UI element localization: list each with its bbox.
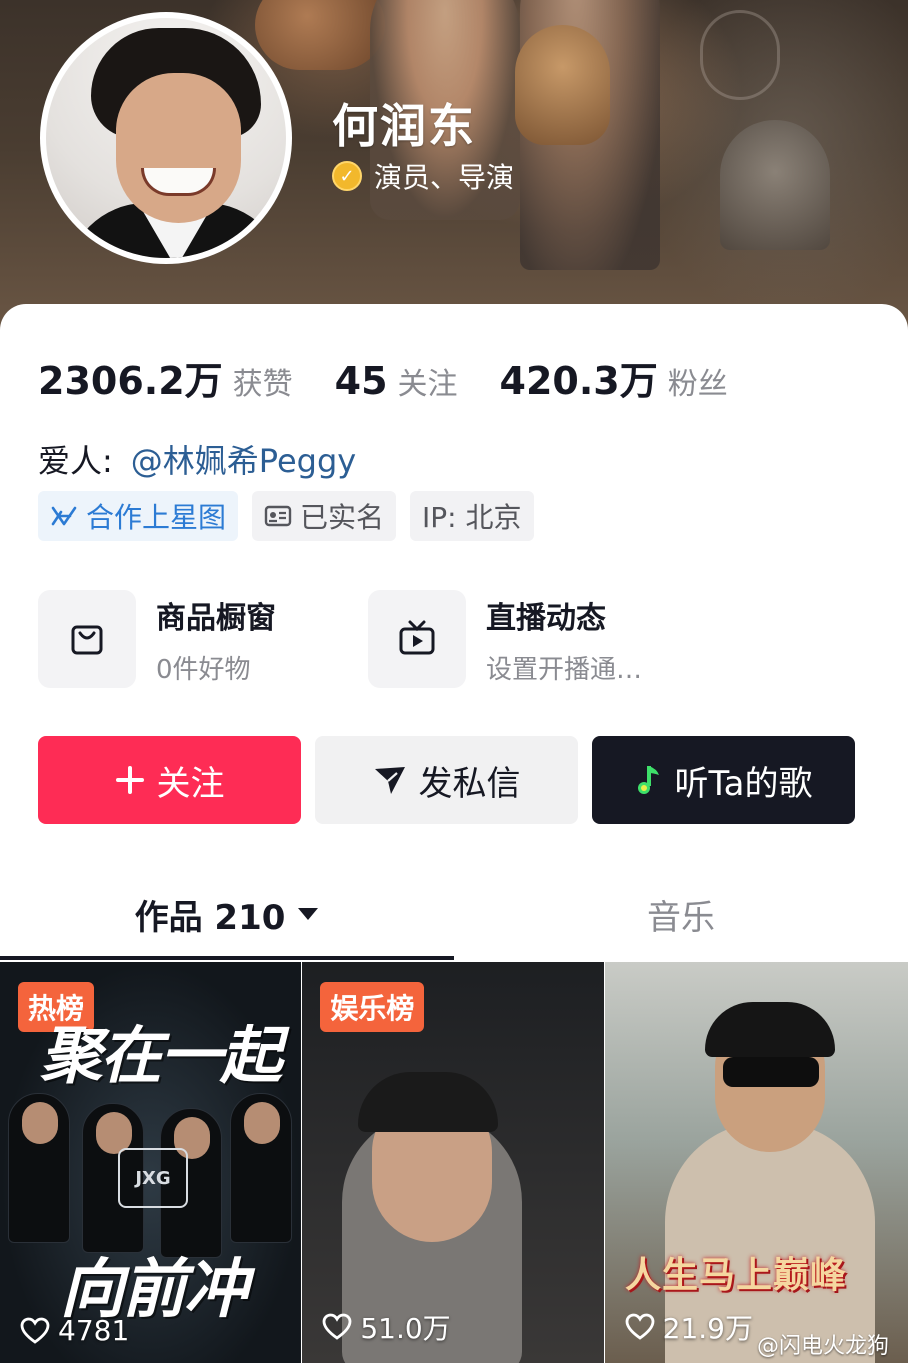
stat-label: 获赞 xyxy=(232,367,293,402)
tag-row: 合作上星图 已实名 IP: 北京 xyxy=(38,491,548,541)
stat-following[interactable]: 45 关注 xyxy=(335,359,458,403)
stat-value: 420.3万 xyxy=(499,359,658,403)
plus-icon xyxy=(115,765,145,795)
spouse-label: 爱人: xyxy=(38,442,113,480)
stat-label: 粉丝 xyxy=(667,367,728,402)
spouse-link[interactable]: @林姵希Peggy xyxy=(131,436,356,482)
thumbnail-figure xyxy=(8,1093,70,1243)
send-message-button[interactable]: 发私信 xyxy=(315,736,578,824)
id-card-icon xyxy=(264,505,292,527)
follow-button[interactable]: 关注 xyxy=(38,736,301,824)
verification-text: 演员、导演 xyxy=(374,161,515,194)
like-count: 51.0万 xyxy=(322,1307,451,1347)
avatar-image xyxy=(46,18,286,258)
feature-subtitle: 设置开播通… xyxy=(486,654,643,685)
like-count: 21.9万 xyxy=(625,1307,753,1347)
tab-music-label: 音乐 xyxy=(647,897,715,938)
thumbnail-caption: 人生马上巅峰 xyxy=(625,1254,848,1296)
thumbnail-caption: 聚在一起 xyxy=(40,1019,282,1092)
stat-likes[interactable]: 2306.2万 获赞 xyxy=(38,350,293,405)
stat-label: 关注 xyxy=(397,367,458,402)
watermark: @闪电火龙狗 xyxy=(757,1334,890,1359)
music-note-icon xyxy=(635,763,663,797)
follow-label: 关注 xyxy=(156,763,225,804)
feature-title: 直播动态 xyxy=(486,600,606,636)
team-logo: JXG xyxy=(118,1148,188,1208)
heart-icon xyxy=(20,1317,50,1345)
thumbnail-caption: 向前冲 xyxy=(60,1252,248,1327)
tag-star-map[interactable]: 合作上星图 xyxy=(38,491,239,541)
video-thumbnail[interactable]: 娱乐榜 51.0万 xyxy=(302,962,604,1363)
send-message-label: 发私信 xyxy=(418,763,521,804)
video-thumbnail[interactable]: 21.9万 xyxy=(604,962,908,1363)
like-count-value: 51.0万 xyxy=(360,1312,451,1345)
feature-shop-window[interactable]: 商品橱窗 0件好物 xyxy=(38,590,368,688)
profile-name: 何润东 xyxy=(332,99,476,153)
verified-badge-icon: ✓ xyxy=(332,161,362,191)
star-map-icon xyxy=(50,504,78,528)
tag-label: 已实名 xyxy=(300,501,385,534)
stat-value: 45 xyxy=(334,359,388,403)
tab-works[interactable]: 作品 210 xyxy=(0,868,454,960)
stats-row: 2306.2万 获赞 45 关注 420.3万 粉丝 xyxy=(38,350,770,405)
tag-ip-location: IP: 北京 xyxy=(410,491,534,541)
profile-header-cover: 何润东 ✓ 演员、导演 xyxy=(0,0,908,330)
feature-row: 商品橱窗 0件好物 直播动态 设置开播通… xyxy=(38,590,698,688)
spouse-row: 爱人: @林姵希Peggy xyxy=(38,436,356,482)
thumbnail-figure xyxy=(230,1093,292,1243)
listen-songs-button[interactable]: 听Ta的歌 xyxy=(592,736,855,824)
action-buttons: 关注 发私信 听Ta的歌 xyxy=(38,736,869,824)
content-tabs: 作品 210 音乐 xyxy=(0,868,908,960)
tag-verified-id[interactable]: 已实名 xyxy=(252,491,397,541)
tab-active-indicator xyxy=(0,956,454,960)
cover-photo-dog xyxy=(515,25,610,145)
heart-icon xyxy=(322,1313,352,1341)
entertainment-list-badge: 娱乐榜 xyxy=(320,982,425,1032)
tag-label: IP: 北京 xyxy=(422,501,522,534)
send-icon xyxy=(373,764,407,796)
tab-music[interactable]: 音乐 xyxy=(454,868,908,960)
caret-down-icon xyxy=(297,907,319,921)
shopping-bag-icon xyxy=(38,590,136,688)
stat-followers[interactable]: 420.3万 粉丝 xyxy=(500,350,728,405)
stat-value: 2306.2万 xyxy=(38,359,223,403)
cover-photo-lamp xyxy=(720,120,830,250)
listen-songs-label: 听Ta的歌 xyxy=(674,763,813,804)
heart-icon xyxy=(625,1313,655,1341)
verification-row: ✓ 演员、导演 xyxy=(332,156,514,196)
tab-works-label: 作品 210 xyxy=(134,897,286,938)
tv-icon xyxy=(368,590,466,688)
feature-title: 商品橱窗 xyxy=(156,600,276,636)
cover-photo-dog xyxy=(255,0,385,70)
tag-label: 合作上星图 xyxy=(86,501,227,534)
avatar[interactable] xyxy=(40,12,292,264)
feature-live-updates[interactable]: 直播动态 设置开播通… xyxy=(368,590,698,688)
like-count-value: 21.9万 xyxy=(662,1312,754,1345)
cover-photo-vase xyxy=(700,10,780,100)
feature-subtitle: 0件好物 xyxy=(156,654,251,685)
